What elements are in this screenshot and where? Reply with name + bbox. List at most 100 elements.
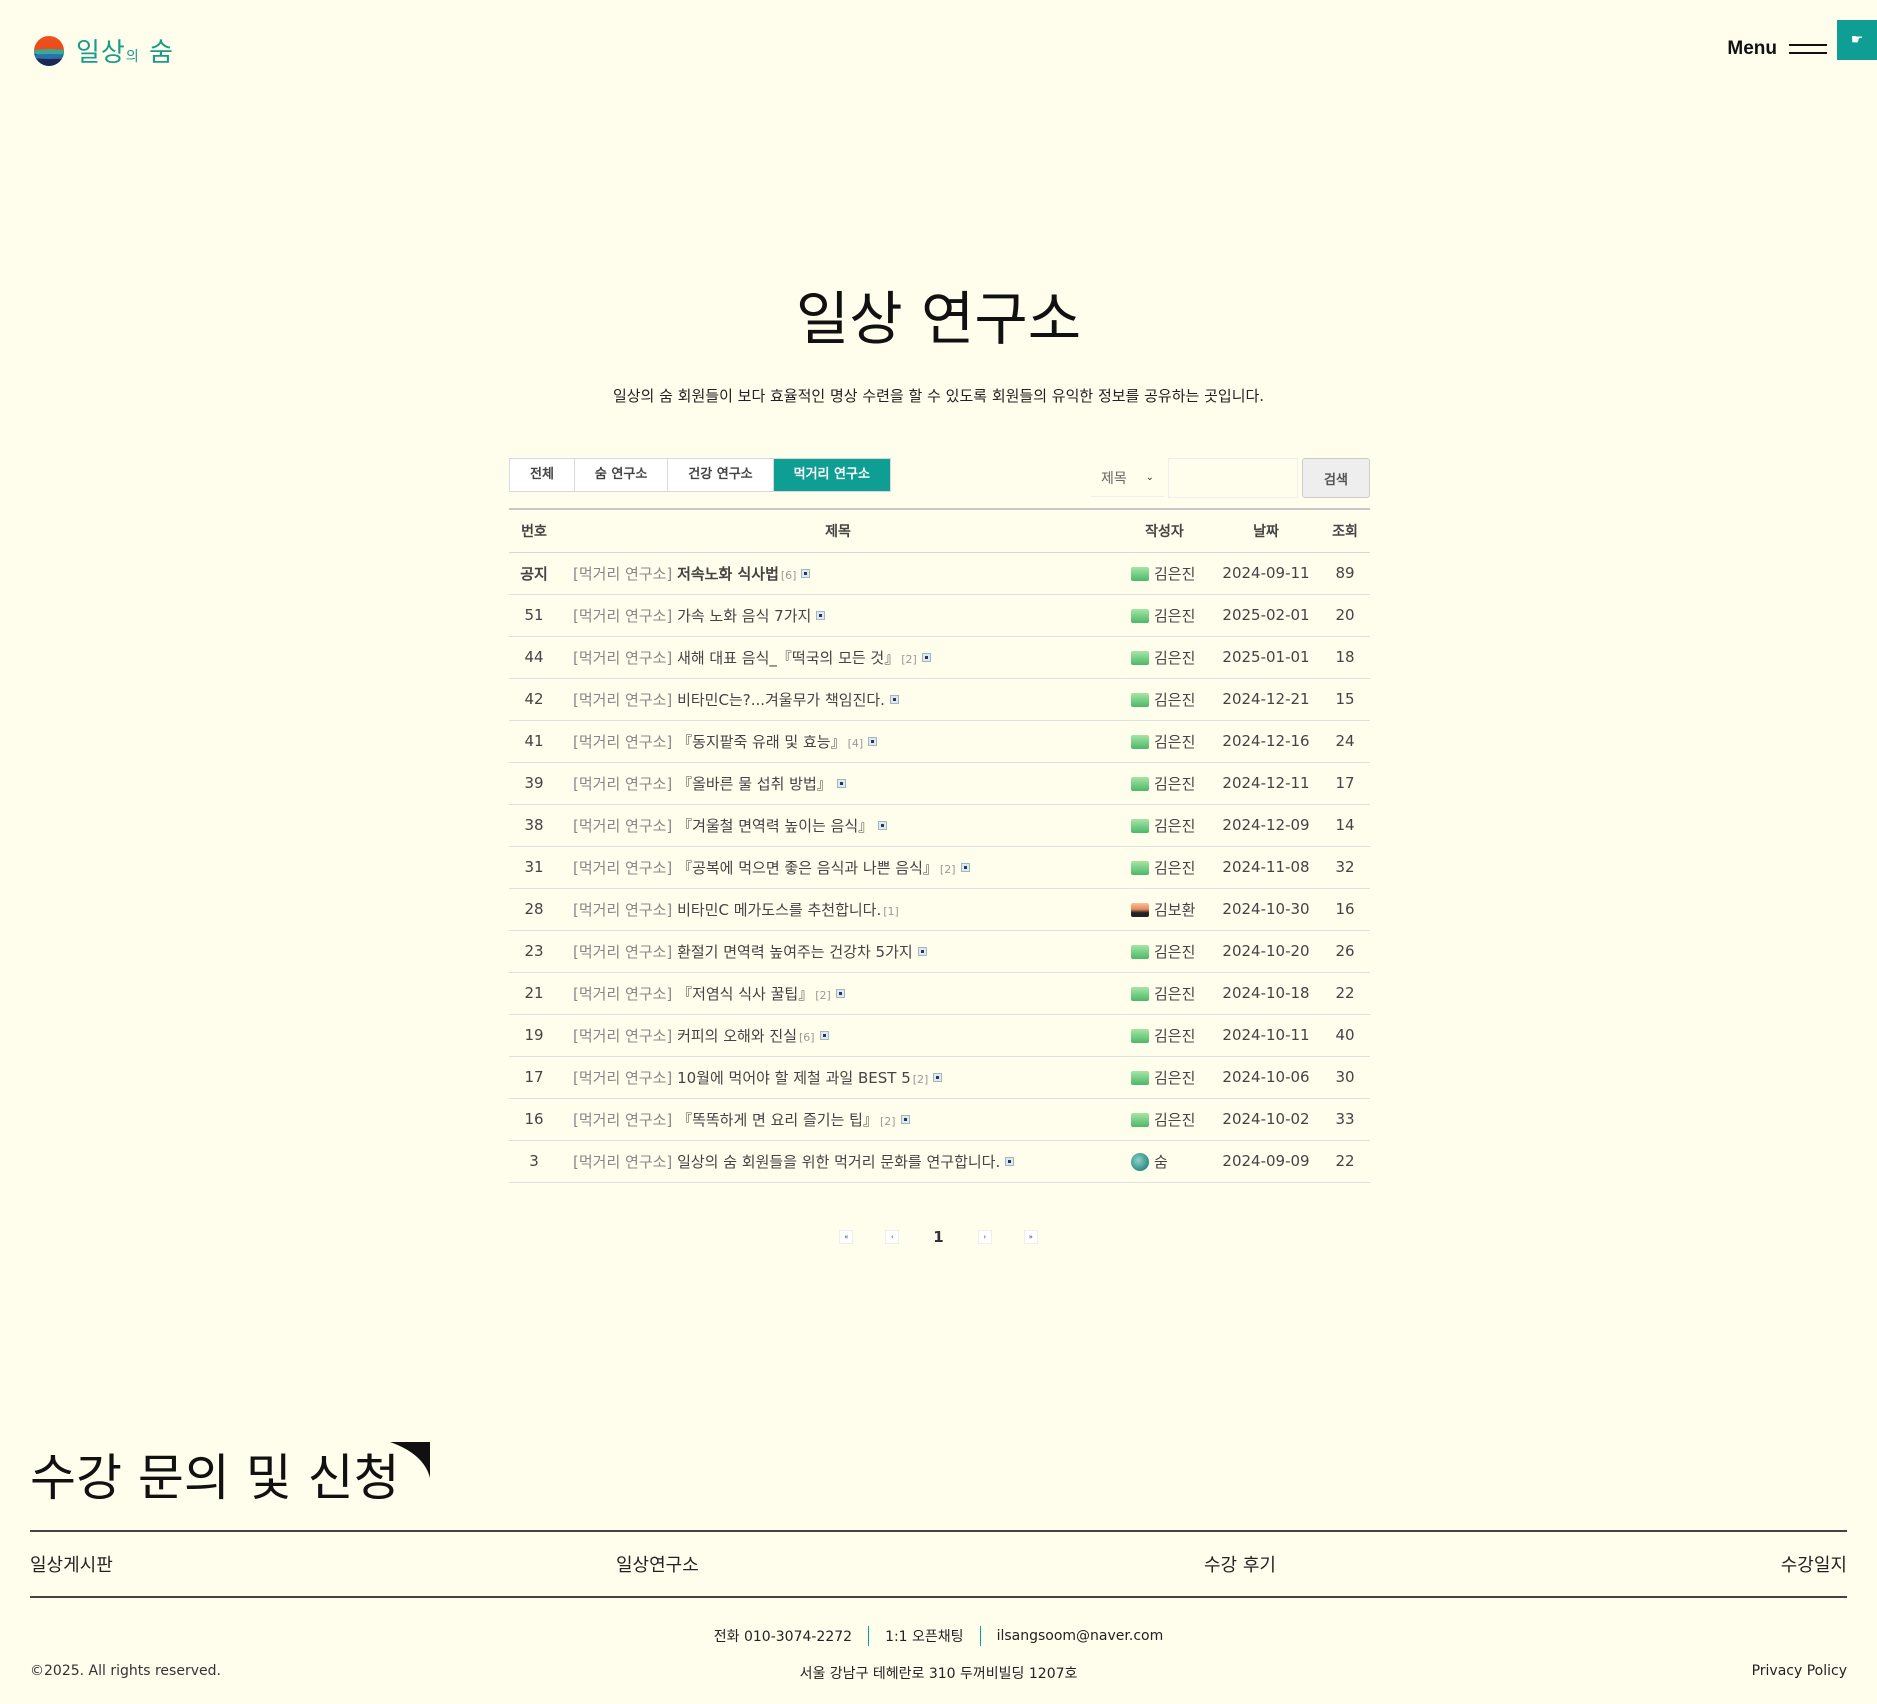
post-title-link[interactable]: 10월에 먹어야 할 제철 과일 BEST 5 xyxy=(677,1069,911,1087)
table-row[interactable]: 44 [먹거리 연구소] 새해 대표 음식_『떡국의 모든 것』 [2] 김은진 202… xyxy=(509,636,1370,678)
post-title-link[interactable]: 새해 대표 음식_『떡국의 모든 것』 xyxy=(677,649,899,667)
table-row[interactable]: 31 [먹거리 연구소] 『공복에 먹으면 좋은 음식과 나쁜 음식』 [2] 김은진… xyxy=(509,846,1370,888)
post-title-cell[interactable]: [먹거리 연구소] 『올바른 물 섭취 방법』 xyxy=(559,762,1117,804)
post-views: 30 xyxy=(1335,1068,1355,1086)
site-header: 일상의 숨 Menu ☛ xyxy=(0,0,1877,100)
footer-cta-title[interactable]: 수강 문의 및 신청 xyxy=(30,1438,400,1510)
post-title-link[interactable]: 『겨울철 면역력 높이는 음식』 xyxy=(677,817,873,835)
post-title-cell[interactable]: [먹거리 연구소] 새해 대표 음식_『떡국의 모든 것』 [2] xyxy=(559,636,1117,678)
menu-button[interactable]: Menu xyxy=(1727,38,1827,60)
post-views: 24 xyxy=(1335,732,1355,750)
footer-link-lab[interactable]: 일상연구소 xyxy=(616,1551,699,1577)
prev-page-button[interactable]: ‹ xyxy=(885,1230,900,1244)
image-attachment-icon xyxy=(921,652,931,662)
table-row[interactable]: 38 [먹거리 연구소] 『겨울철 면역력 높이는 음식』 김은진 2024-12-0… xyxy=(509,804,1370,846)
table-row[interactable]: 3 [먹거리 연구소] 일상의 숨 회원들을 위한 먹거리 문화를 연구합니다. 숨… xyxy=(509,1140,1370,1182)
post-title-link[interactable]: 『똑똑하게 면 요리 즐기는 팁』 xyxy=(677,1111,878,1129)
author-name: 김은진 xyxy=(1154,1068,1196,1087)
tab-health-lab[interactable]: 건강 연구소 xyxy=(668,459,774,491)
contact-email[interactable]: ilsangsoom@naver.com xyxy=(997,1628,1164,1644)
post-title-cell[interactable]: [먹거리 연구소] 가속 노화 음식 7가지 xyxy=(559,594,1117,636)
post-title-cell[interactable]: [먹거리 연구소] 비타민C는?...겨울무가 책임진다. xyxy=(559,678,1117,720)
last-page-button[interactable]: » xyxy=(1023,1230,1038,1244)
image-attachment-icon xyxy=(960,862,970,872)
post-title-cell[interactable]: [먹거리 연구소] 『똑똑하게 면 요리 즐기는 팁』 [2] xyxy=(559,1098,1117,1140)
post-category: [먹거리 연구소] xyxy=(573,858,673,877)
search-button[interactable]: 검색 xyxy=(1302,458,1370,498)
table-row[interactable]: 21 [먹거리 연구소] 『저염식 식사 꿀팁』 [2] 김은진 2024-10-18 2… xyxy=(509,972,1370,1014)
footer-link-reviews[interactable]: 수강 후기 xyxy=(1204,1551,1276,1577)
address: 서울 강남구 테헤란로 310 두꺼비빌딩 1207호 xyxy=(799,1666,1078,1682)
next-page-button[interactable]: › xyxy=(977,1230,992,1244)
site-logo[interactable]: 일상의 숨 xyxy=(34,32,174,69)
comment-count: [2] xyxy=(939,862,956,876)
post-author: 김은진 xyxy=(1117,552,1212,594)
post-title-link[interactable]: 『저염식 식사 꿀팁』 xyxy=(677,985,813,1003)
post-views: 22 xyxy=(1335,1152,1355,1170)
arrow-icon[interactable] xyxy=(388,1440,432,1480)
post-title-cell[interactable]: [먹거리 연구소] 10월에 먹어야 할 제철 과일 BEST 5 [2] xyxy=(559,1056,1117,1098)
author-name: 김은진 xyxy=(1154,774,1196,793)
post-title-link[interactable]: 『공복에 먹으면 좋은 음식과 나쁜 음식』 xyxy=(677,859,938,877)
quick-action-button[interactable]: ☛ xyxy=(1837,20,1877,60)
table-row[interactable]: 19 [먹거리 연구소] 커피의 오해와 진실 [6] 김은진 2024-10-11 40 xyxy=(509,1014,1370,1056)
footer-link-board[interactable]: 일상게시판 xyxy=(30,1551,113,1577)
header-date: 날짜 xyxy=(1253,523,1279,540)
avatar xyxy=(1131,986,1149,1001)
search-input[interactable] xyxy=(1168,458,1298,498)
first-page-button[interactable]: « xyxy=(839,1230,854,1244)
post-title-cell[interactable]: [먹거리 연구소] 『공복에 먹으면 좋은 음식과 나쁜 음식』 [2] xyxy=(559,846,1117,888)
search-field-select[interactable]: 제목 ⌄ xyxy=(1091,459,1164,497)
post-title-link[interactable]: 비타민C 메가도스를 추천합니다. xyxy=(677,901,881,919)
table-row[interactable]: 28 [먹거리 연구소] 비타민C 메가도스를 추천합니다. [1] 김보환 2024-… xyxy=(509,888,1370,930)
table-row[interactable]: 17 [먹거리 연구소] 10월에 먹어야 할 제철 과일 BEST 5 [2] 김은… xyxy=(509,1056,1370,1098)
table-row[interactable]: 41 [먹거리 연구소] 『동지팥죽 유래 및 효능』 [4] 김은진 2024-12-… xyxy=(509,720,1370,762)
table-row[interactable]: 51 [먹거리 연구소] 가속 노화 음식 7가지 김은진 2025-02-01 20 xyxy=(509,594,1370,636)
privacy-policy-link[interactable]: Privacy Policy xyxy=(1752,1663,1847,1679)
post-number: 공지 xyxy=(520,564,548,583)
post-title-cell[interactable]: [먹거리 연구소] 환절기 면역력 높여주는 건강차 5가지 xyxy=(559,930,1117,972)
image-attachment-icon xyxy=(801,568,811,578)
tab-food-lab[interactable]: 먹거리 연구소 xyxy=(773,459,890,491)
post-title-link[interactable]: 비타민C는?...겨울무가 책임진다. xyxy=(677,691,885,709)
avatar xyxy=(1131,1112,1149,1127)
post-title-cell[interactable]: [먹거리 연구소] 『저염식 식사 꿀팁』 [2] xyxy=(559,972,1117,1014)
footer-nav: 일상게시판 일상연구소 수강 후기 수강일지 xyxy=(30,1530,1847,1598)
post-author: 김은진 xyxy=(1117,1014,1212,1056)
table-row[interactable]: 42 [먹거리 연구소] 비타민C는?...겨울무가 책임진다. 김은진 2024-1… xyxy=(509,678,1370,720)
post-views: 22 xyxy=(1335,984,1355,1002)
post-title-cell[interactable]: [먹거리 연구소] 커피의 오해와 진실 [6] xyxy=(559,1014,1117,1056)
post-date: 2024-09-11 xyxy=(1222,564,1310,582)
post-title-link[interactable]: 커피의 오해와 진실 xyxy=(677,1027,797,1045)
copyright: ©2025. All rights reserved. xyxy=(30,1663,221,1679)
post-title-link[interactable]: 환절기 면역력 높여주는 건강차 5가지 xyxy=(677,943,913,961)
contact-phone[interactable]: 전화 010-3074-2272 xyxy=(714,1626,852,1646)
post-title-link[interactable]: 『올바른 물 섭취 방법』 xyxy=(677,775,832,793)
post-title-cell[interactable]: [먹거리 연구소] 『동지팥죽 유래 및 효능』 [4] xyxy=(559,720,1117,762)
post-title-link[interactable]: 저속노화 식사법 xyxy=(677,565,779,583)
post-author: 김은진 xyxy=(1117,846,1212,888)
table-row[interactable]: 23 [먹거리 연구소] 환절기 면역력 높여주는 건강차 5가지 김은진 2024-… xyxy=(509,930,1370,972)
avatar xyxy=(1131,818,1149,833)
category-tabs: 전체 숨 연구소 건강 연구소 먹거리 연구소 xyxy=(509,458,891,492)
post-title-link[interactable]: 『동지팥죽 유래 및 효능』 xyxy=(677,733,846,751)
post-date: 2024-10-02 xyxy=(1222,1110,1310,1128)
table-row[interactable]: 39 [먹거리 연구소] 『올바른 물 섭취 방법』 김은진 2024-12-11 17 xyxy=(509,762,1370,804)
notice-row[interactable]: 공지 [먹거리 연구소] 저속노화 식사법 [6] 김은진 2024-09-11 89 xyxy=(509,552,1370,594)
post-title-cell[interactable]: [먹거리 연구소] 비타민C 메가도스를 추천합니다. [1] xyxy=(559,888,1117,930)
post-title-link[interactable]: 가속 노화 음식 7가지 xyxy=(677,607,811,625)
contact-openchat[interactable]: 1:1 오픈채팅 xyxy=(885,1626,964,1646)
image-attachment-icon xyxy=(889,694,899,704)
tab-breath-lab[interactable]: 숨 연구소 xyxy=(575,459,669,491)
tab-all[interactable]: 전체 xyxy=(510,459,575,491)
post-date: 2024-12-16 xyxy=(1222,732,1310,750)
footer-link-journal[interactable]: 수강일지 xyxy=(1781,1551,1847,1577)
post-title-link[interactable]: 일상의 숨 회원들을 위한 먹거리 문화를 연구합니다. xyxy=(677,1153,1000,1171)
post-title-cell[interactable]: [먹거리 연구소] 저속노화 식사법 [6] xyxy=(559,552,1117,594)
current-page[interactable]: 1 xyxy=(933,1228,943,1246)
post-title-cell[interactable]: [먹거리 연구소] 일상의 숨 회원들을 위한 먹거리 문화를 연구합니다. xyxy=(559,1140,1117,1182)
post-date: 2025-02-01 xyxy=(1222,606,1310,624)
chevron-down-icon: ⌄ xyxy=(1145,472,1154,483)
post-title-cell[interactable]: [먹거리 연구소] 『겨울철 면역력 높이는 음식』 xyxy=(559,804,1117,846)
table-row[interactable]: 16 [먹거리 연구소] 『똑똑하게 면 요리 즐기는 팁』 [2] 김은진 2024-… xyxy=(509,1098,1370,1140)
